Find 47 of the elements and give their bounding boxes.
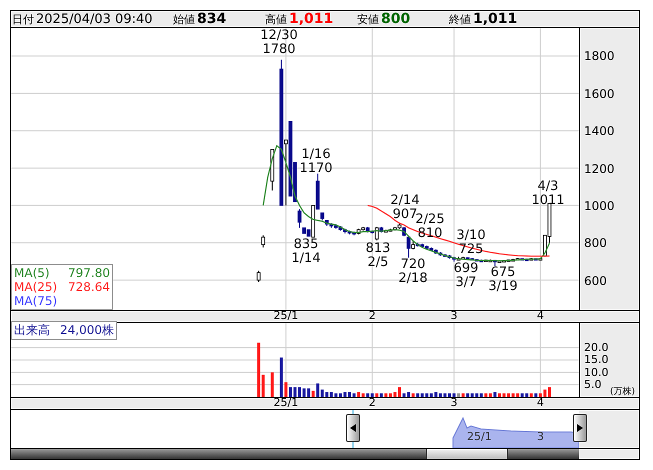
date-label: 25/1 xyxy=(274,309,298,322)
axis-unit-label: (万株) xyxy=(610,387,636,398)
axis-tick-label: 20.0 xyxy=(584,342,608,354)
price-annotation: 4/3 1011 xyxy=(531,179,565,208)
axis-tick-label: 1200 xyxy=(584,162,615,176)
axis-tick-label: 10.0 xyxy=(584,366,608,379)
ma-value: 797.80 xyxy=(68,266,110,280)
price-annotation: 813 2/5 xyxy=(366,241,390,270)
quote-label: 始値 xyxy=(173,12,195,28)
volume-title: 出来高 xyxy=(14,322,50,340)
date-label: 3 xyxy=(450,396,458,410)
quote-value: 800 xyxy=(381,11,410,28)
price-annotation: 12/30 1780 xyxy=(260,28,298,58)
navigator-date-label: 3 xyxy=(537,430,544,444)
date-label: 2 xyxy=(368,396,376,410)
price-annotation: 699 3/7 xyxy=(454,261,478,290)
axis-tick-label: 15.0 xyxy=(584,354,608,366)
quote-label: 安値 xyxy=(357,12,379,28)
quote-value: 1,011 xyxy=(289,11,334,28)
axis-tick-label: 1000 xyxy=(584,198,615,213)
price-annotation: 835 1/14 xyxy=(291,237,321,266)
price-annotation: 675 3/19 xyxy=(488,265,518,294)
quote-value: 834 xyxy=(197,11,226,28)
axis-tick-label: 5.0 xyxy=(584,379,602,392)
quote-label: 日付 xyxy=(12,12,34,27)
date-label: 4 xyxy=(536,396,544,410)
price-annotation: 1/16 1170 xyxy=(299,147,333,176)
price-annotation: 720 2/18 xyxy=(398,257,428,286)
volume-reading: 24,000株 xyxy=(60,322,114,340)
quote-label: 終値 xyxy=(449,12,471,28)
ma-label: MA(25) xyxy=(14,280,58,294)
date-label: 25/1 xyxy=(274,396,298,410)
axis-tick-label: 1800 xyxy=(584,49,615,64)
axis-tick-label: 1600 xyxy=(584,86,615,101)
ma-label: MA(5) xyxy=(14,266,50,280)
quote-label: 高値 xyxy=(265,12,287,28)
date-label: 3 xyxy=(450,309,458,322)
navigator-date-label: 25/1 xyxy=(467,430,492,444)
axis-tick-label: 1400 xyxy=(584,124,615,138)
axis-tick-label: 600 xyxy=(584,274,607,288)
ma-value: 728.64 xyxy=(68,280,110,294)
quote-value: 2025/04/03 09:40 xyxy=(36,12,153,27)
date-label: 4 xyxy=(536,309,544,322)
axis-tick-label: 800 xyxy=(584,236,607,250)
date-label: 2 xyxy=(368,309,376,322)
quote-value: 1,011 xyxy=(473,11,518,28)
ma-label: MA(75) xyxy=(14,294,58,308)
